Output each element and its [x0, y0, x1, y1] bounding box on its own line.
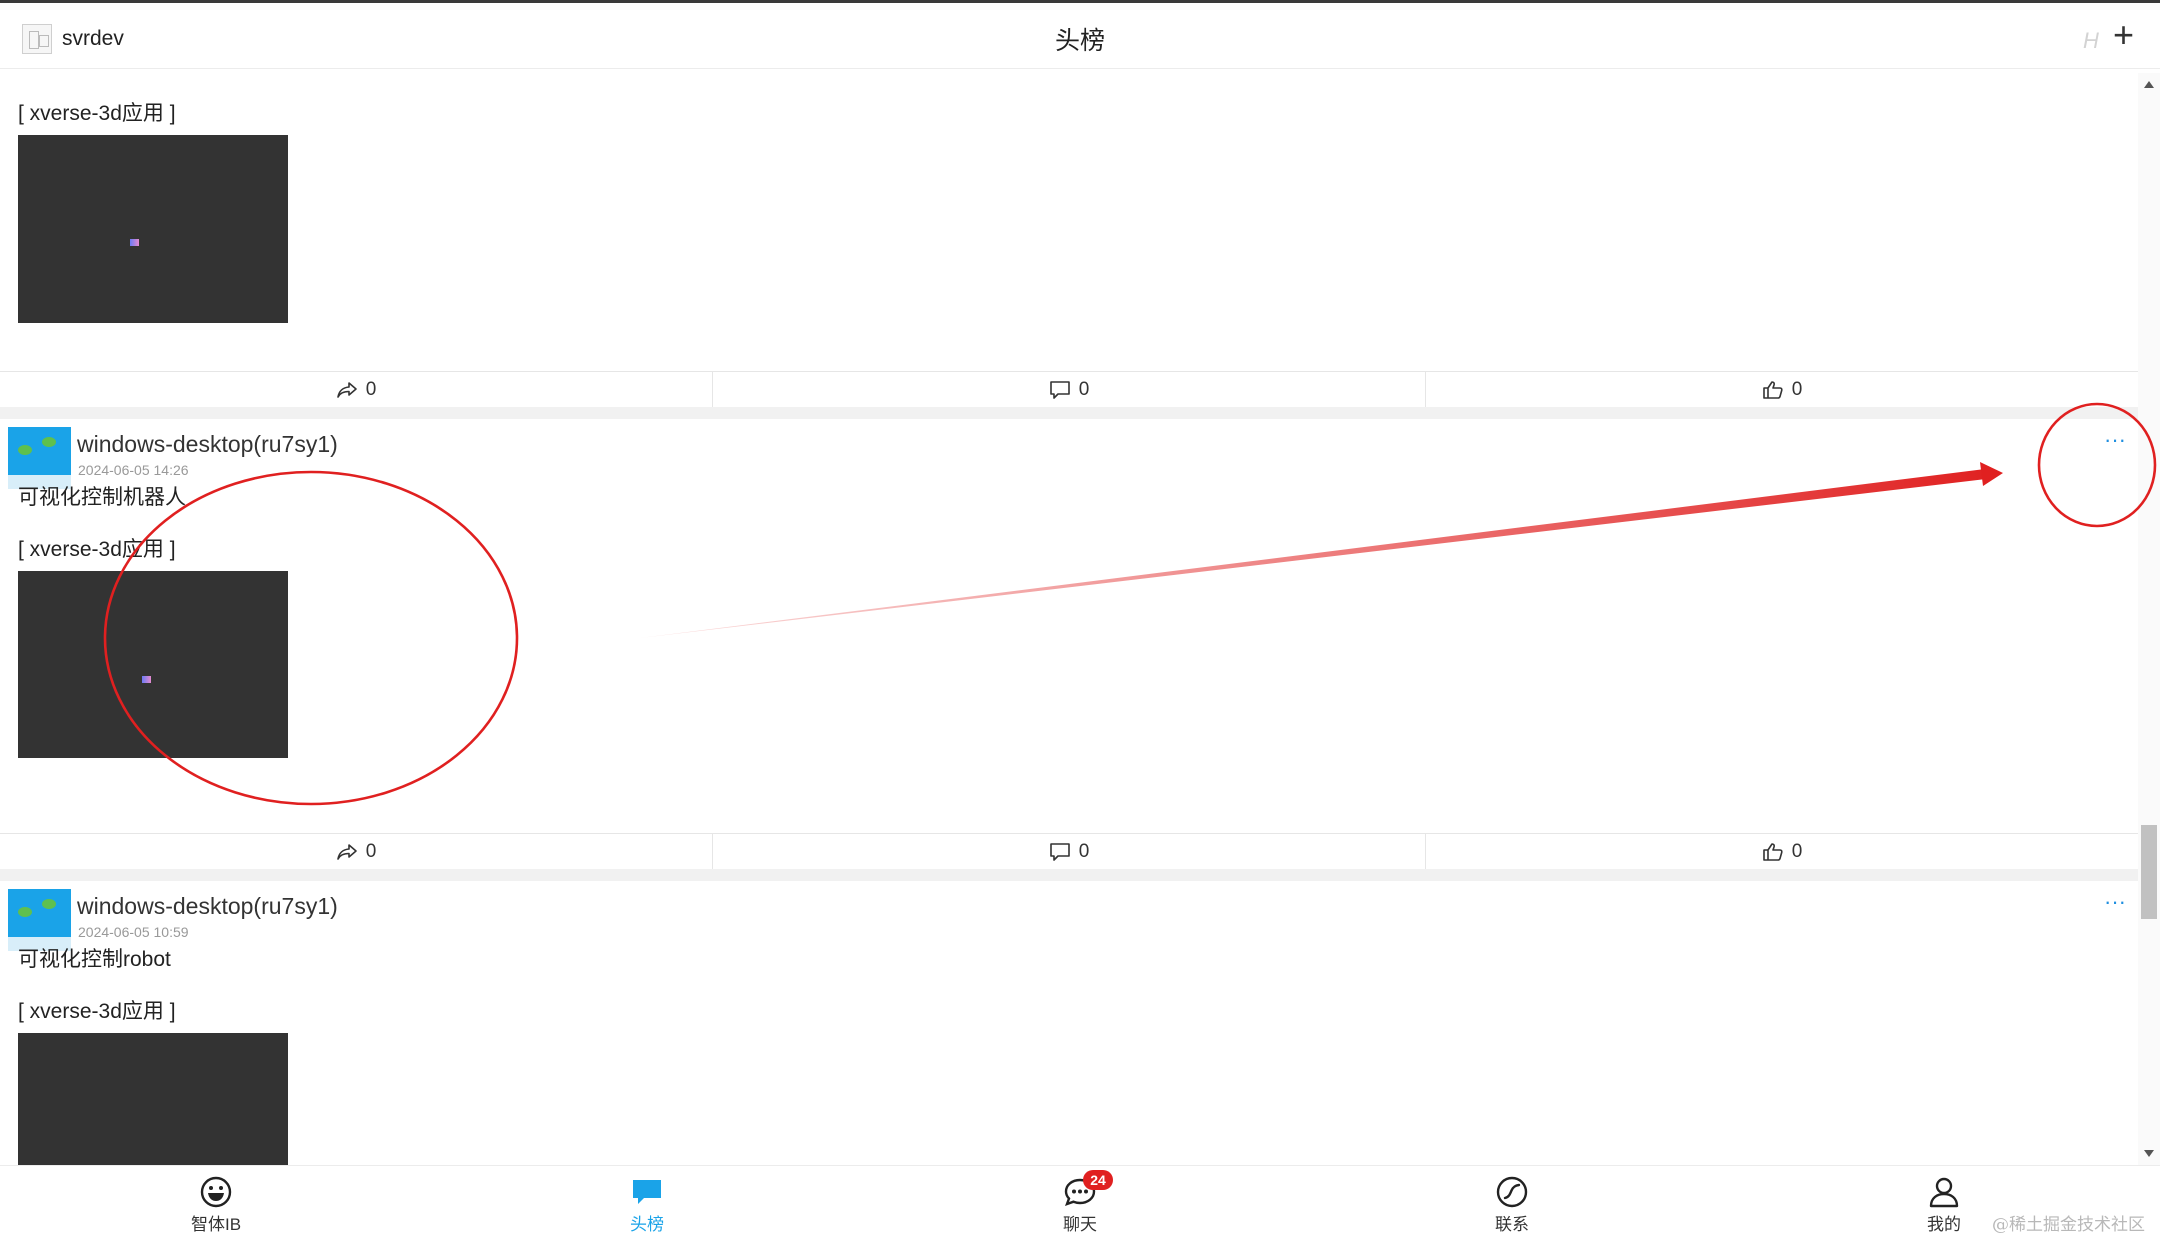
share-count: 0 [365, 378, 377, 400]
post-author[interactable]: windows-desktop(ru7sy1) [77, 431, 338, 458]
nav-item-contacts[interactable]: 联系 [1467, 1176, 1557, 1235]
share-button[interactable]: 0 [0, 372, 712, 407]
page-title: 头榜 [1054, 27, 1105, 55]
h-button[interactable]: H [2083, 28, 2099, 54]
post-tag[interactable]: [ xverse-3d应用 ] [18, 533, 176, 563]
post-thumbnail[interactable] [18, 1033, 288, 1165]
post-text: 可视化控制机器人 [18, 486, 186, 509]
share-button[interactable]: 0 [0, 834, 712, 869]
post-actions: 0 0 0 [0, 371, 2138, 407]
smiley-icon [200, 1176, 232, 1208]
feed-scrollbar[interactable] [2138, 73, 2160, 1165]
post-card: [ xverse-3d应用 ] 0 0 0 [0, 73, 2138, 407]
scroll-up-arrow[interactable] [2144, 81, 2154, 88]
like-count: 0 [1791, 840, 1803, 862]
thumbs-up-icon [1762, 380, 1783, 399]
share-count: 0 [365, 840, 377, 862]
author-avatar[interactable] [8, 427, 71, 489]
scroll-thumb[interactable] [2141, 825, 2157, 919]
post-card: windows-desktop(ru7sy1) 2024-06-05 10:59… [0, 881, 2138, 1165]
avatar-leaf [18, 445, 32, 455]
person-icon [1929, 1177, 1959, 1208]
share-icon [336, 381, 357, 398]
feed[interactable]: [ xverse-3d应用 ] 0 0 0 windows-desktop(ru… [0, 73, 2138, 1165]
nav-item-chat[interactable]: 24 聊天 [1035, 1170, 1125, 1235]
post-tag[interactable]: [ xverse-3d应用 ] [18, 97, 176, 127]
nav-label: 聊天 [1063, 1215, 1097, 1234]
share-icon [336, 843, 357, 860]
unread-badge: 24 [1083, 1170, 1113, 1190]
comment-button[interactable]: 0 [712, 834, 1425, 869]
add-button[interactable]: + [2113, 17, 2134, 53]
comment-count: 0 [1078, 840, 1090, 862]
avatar-leaf [42, 437, 56, 447]
thumbs-up-icon [1762, 842, 1783, 861]
like-button[interactable]: 0 [1425, 372, 2138, 407]
nav-item-toubang[interactable]: 头榜 [602, 1176, 692, 1235]
avatar-leaf [18, 907, 32, 917]
like-button[interactable]: 0 [1425, 834, 2138, 869]
post-thumbnail[interactable] [18, 135, 288, 323]
post-thumbnail[interactable] [18, 571, 288, 758]
more-options-button[interactable]: ··· [2104, 889, 2126, 915]
top-bar: svrdev 头榜 H + [0, 0, 2160, 69]
nav-label: 我的 [1927, 1215, 1961, 1234]
more-options-button[interactable]: ··· [2104, 427, 2126, 453]
nav-item-zhiti[interactable]: 智体IB [171, 1176, 261, 1235]
comment-count: 0 [1078, 378, 1090, 400]
comment-icon [1049, 842, 1070, 861]
author-avatar[interactable] [8, 889, 71, 951]
chat-icon-wrapper: 24 [1063, 1170, 1113, 1208]
thumbnail-marker [130, 239, 139, 246]
chat-bubble-icon [633, 1180, 661, 1204]
thumbnail-marker [142, 676, 151, 683]
avatar-leaf [42, 899, 56, 909]
like-count: 0 [1791, 378, 1803, 400]
nav-item-me[interactable]: 我的 [1899, 1176, 1989, 1235]
watermark: @稀土掘金技术社区 [1992, 1215, 2145, 1235]
nav-label: 智体IB [190, 1215, 242, 1234]
app-window: svrdev 头榜 H + [ xverse-3d应用 ] 0 0 0 wind… [0, 0, 2160, 1239]
post-time: 2024-06-05 14:26 [78, 462, 189, 478]
nav-label: 头榜 [630, 1215, 664, 1234]
comment-button[interactable]: 0 [712, 372, 1425, 407]
compass-icon [1496, 1176, 1528, 1208]
comment-icon [1049, 380, 1070, 399]
post-card: windows-desktop(ru7sy1) 2024-06-05 14:26… [0, 419, 2138, 869]
scroll-down-arrow[interactable] [2144, 1150, 2154, 1157]
post-author[interactable]: windows-desktop(ru7sy1) [77, 893, 338, 920]
post-tag[interactable]: [ xverse-3d应用 ] [18, 995, 176, 1025]
post-text: 可视化控制robot [18, 948, 171, 971]
nav-label: 联系 [1495, 1215, 1529, 1234]
bottom-nav: 智体IB 头榜 24 聊天 联系 我的 @稀土掘金技术社区 [0, 1165, 2160, 1239]
post-time: 2024-06-05 10:59 [78, 924, 189, 940]
post-actions: 0 0 0 [0, 833, 2138, 869]
